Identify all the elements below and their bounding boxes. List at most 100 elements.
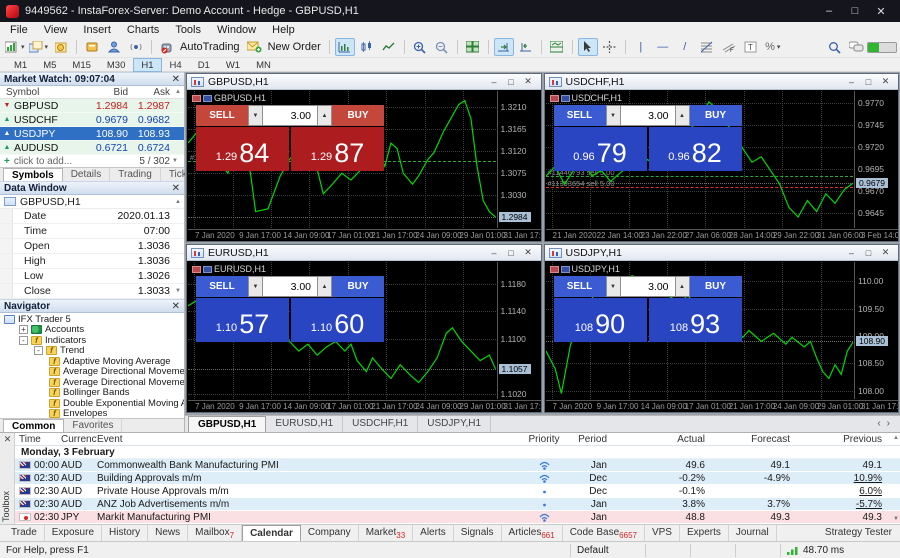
chart-tab-usdchf-h1[interactable]: USDCHF,H1 [343,416,419,432]
toolbox-tab-news[interactable]: News [148,525,189,541]
timeframe-d1[interactable]: D1 [190,58,218,72]
crosshair-tool-button[interactable] [600,38,620,56]
volume-input[interactable]: 3.00 [263,276,317,297]
buy-price-panel[interactable]: 108 93 [648,298,742,342]
navigator-node-adaptive-moving-average[interactable]: f Adaptive Moving Average [0,356,184,367]
chart-minimize-icon[interactable]: – [843,77,860,87]
toolbox-tab-trade[interactable]: Trade [4,525,45,541]
equidistant-channel-tool[interactable]: F [719,38,739,56]
zoom-in-button[interactable] [410,38,430,56]
chart-close-icon[interactable]: ✕ [877,247,894,258]
calendar-event-row[interactable]: 00:00 AUD Commonwealth Bank Manufacturing … [15,459,900,472]
chart-window-titlebar[interactable]: USDCHF,H1 – □ ✕ [544,74,898,90]
chart-plot[interactable]: USDJPY,H1 SELL ▼ 3.00 ▲ BUY 108 90 108 93 [545,262,853,399]
market-watch-tab-trading[interactable]: Trading [110,168,161,181]
volume-decrease-icon[interactable]: ▼ [605,105,621,126]
navigator-node-indicators[interactable]: - f Indicators [0,335,184,346]
timeframe-mn[interactable]: MN [248,58,279,72]
search-icon[interactable] [824,38,844,56]
status-connection[interactable]: 48.70 ms [780,543,900,557]
add-symbol-label[interactable]: click to add... [14,156,72,167]
col-priority[interactable]: Priority [525,434,563,445]
col-event[interactable]: Event [97,434,525,445]
navigator-node-trend[interactable]: - f Trend [0,345,184,356]
window-maximize-icon[interactable]: □ [842,5,868,17]
chart-shift-button[interactable] [516,38,536,56]
autotrading-button[interactable] [157,38,177,56]
calendar-event-row[interactable]: 02:30 JPY Markit Manufacturing PMI Jan 48.8 4… [15,511,900,524]
buy-button[interactable]: BUY [332,105,384,126]
buy-button[interactable]: BUY [689,276,742,297]
autotrading-label[interactable]: AutoTrading [180,41,240,53]
toolbox-tab-journal[interactable]: Journal [729,525,777,541]
candlestick-mode-button[interactable] [357,38,377,56]
calendar-event-row[interactable]: 02:30 AUD ANZ Job Advertisements m/m Jan 3.8… [15,498,900,511]
timeframe-m15[interactable]: M15 [64,58,98,72]
buy-button[interactable]: BUY [689,105,742,126]
market-watch-row-usdchf[interactable]: ▲ USDCHF 0.9679 0.9682 [0,113,184,127]
chart-minimize-icon[interactable]: – [486,77,503,87]
chart-maximize-icon[interactable]: □ [503,248,520,258]
sell-button[interactable]: SELL [553,276,606,297]
objects-menu-button[interactable]: % ▾ [763,38,783,56]
buy-price-panel[interactable]: 1.10 60 [291,298,384,342]
volume-increase-icon[interactable]: ▲ [674,276,690,297]
timeframe-m5[interactable]: M5 [35,58,64,72]
volume-input[interactable]: 3.00 [620,105,675,126]
sell-price-panel[interactable]: 0.96 79 [553,127,647,171]
chart-maximize-icon[interactable]: □ [503,77,520,87]
chart-window-titlebar[interactable]: EURUSD,H1 – □ ✕ [187,245,541,261]
column-symbol[interactable]: Symbol [0,87,78,98]
chart-window-titlebar[interactable]: GBPUSD,H1 – □ ✕ [187,74,541,90]
chart-tab-usdjpy-h1[interactable]: USDJPY,H1 [418,416,492,432]
time-scale[interactable]: 7 Jan 2020 9 Jan 17:00 14 Jan 09:00 17 Jan … [545,400,898,412]
chart-tab-eurusd-h1[interactable]: EURUSD,H1 [266,416,344,432]
navigator-close-icon[interactable]: ✕ [172,301,180,312]
market-watch-tab-details[interactable]: Details [63,168,111,181]
collapse-icon[interactable]: - [34,346,43,356]
toolbox-tab-vps[interactable]: VPS [645,525,680,541]
chart-minimize-icon[interactable]: – [486,248,503,258]
toolbox-tab-calendar[interactable]: Calendar [242,525,301,541]
sell-price-panel[interactable]: 1.29 84 [196,127,289,171]
strategy-tester-tab[interactable]: Strategy Tester [817,525,900,541]
data-window-scroll-up-icon[interactable]: ▲ [173,199,183,205]
chart-tab-gbpusd-h1[interactable]: GBPUSD,H1 [188,416,267,432]
bar-chart-mode-button[interactable] [334,38,355,56]
chart-plot[interactable]: EURUSD,H1 SELL ▼ 3.00 ▲ BUY 1.10 57 1.10 60 [188,262,496,399]
auto-scroll-button[interactable] [493,38,514,56]
timeframe-h4[interactable]: H4 [162,58,190,72]
toolbox-close-icon[interactable]: ✕ [0,434,15,445]
navigator-tab-common[interactable]: Common [3,419,65,432]
volume-decrease-icon[interactable]: ▼ [605,276,621,297]
time-scale[interactable]: 7 Jan 2020 9 Jan 17:00 14 Jan 09:00 17 Jan … [188,229,541,241]
chart-body[interactable]: USDJPY,H1 SELL ▼ 3.00 ▲ BUY 108 90 108 93 110.00 10… [545,261,898,412]
cursor-tool-button[interactable] [577,38,598,56]
add-symbol-icon[interactable]: + [4,156,10,167]
market-watch-tab-symbols[interactable]: Symbols [3,168,63,181]
col-period[interactable]: Period [563,434,611,445]
data-window-close-icon[interactable]: ✕ [172,183,180,194]
menu-charts[interactable]: Charts [119,24,167,36]
data-window-scroll-down-icon[interactable]: ▼ [173,288,183,294]
navigator-node-envelopes[interactable]: f Envelopes [0,408,184,418]
new-chart-button[interactable]: ▾ [4,38,26,56]
menu-file[interactable]: File [2,24,36,36]
profiles-button[interactable]: ▾ [28,38,50,56]
calendar-scroll-down-icon[interactable]: ▼ [893,516,899,522]
navigator-node-ifx-trader-5[interactable]: IFX Trader 5 [0,314,184,325]
market-watch-row-gbpusd[interactable]: ▼ GBPUSD 1.2984 1.2987 [0,99,184,113]
menu-insert[interactable]: Insert [75,24,119,36]
menu-window[interactable]: Window [209,24,264,36]
navigator-node-double-exponential-moving-av[interactable]: f Double Exponential Moving Av [0,398,184,409]
chart-maximize-icon[interactable]: □ [860,248,877,258]
volume-input[interactable]: 3.00 [263,105,317,126]
price-scale[interactable]: 1.3210 1.3165 1.3120 1.3075 1.3030 1.2984 [496,91,541,228]
col-actual[interactable]: Actual [611,434,709,445]
col-currency[interactable]: Currency [61,434,97,445]
market-watch-row-usdjpy[interactable]: ▲ USDJPY 108.90 108.93 [0,127,184,141]
menu-help[interactable]: Help [264,24,303,36]
chart-tab-scroll-icons[interactable]: ‹› [877,418,896,429]
sell-price-panel[interactable]: 1.10 57 [196,298,289,342]
market-watch-add-row[interactable]: + click to add... 5 / 302 ▼ [0,155,184,167]
